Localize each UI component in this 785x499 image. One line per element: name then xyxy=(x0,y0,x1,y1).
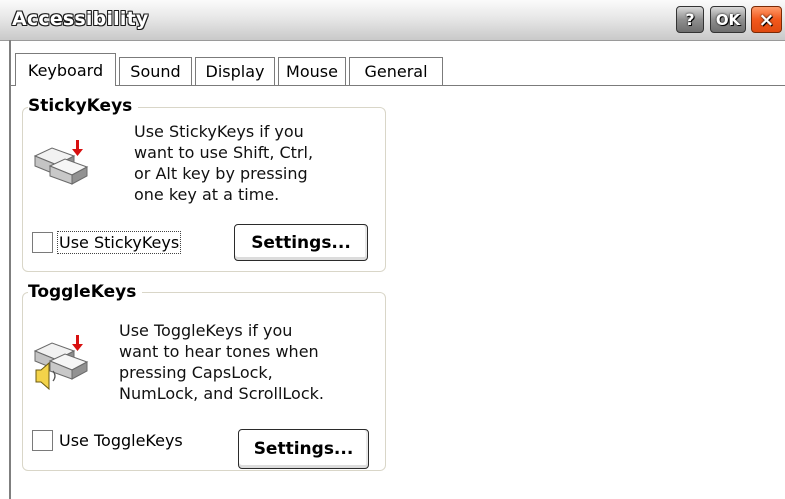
tab-sound[interactable]: Sound xyxy=(119,57,192,85)
tab-display[interactable]: Display xyxy=(195,57,275,85)
togglekeys-checkbox[interactable] xyxy=(32,430,53,451)
tab-general[interactable]: General xyxy=(349,57,443,85)
togglekeys-desc-line: want to hear tones when xyxy=(119,342,319,361)
keyboard-key-speaker-icon xyxy=(33,335,89,391)
tab-mouse[interactable]: Mouse xyxy=(278,57,346,85)
stickykeys-desc-line: or Alt key by pressing xyxy=(134,164,308,183)
togglekeys-desc-line: pressing CapsLock, xyxy=(119,363,273,382)
togglekeys-description: Use ToggleKeys if you want to hear tones… xyxy=(119,320,324,404)
window-title: Accessibility xyxy=(12,8,149,30)
title-bar: Accessibility ? OK × xyxy=(0,0,785,41)
tab-baseline xyxy=(11,85,785,86)
togglekeys-desc-line: NumLock, and ScrollLock. xyxy=(119,384,324,403)
togglekeys-checkbox-row[interactable]: Use ToggleKeys xyxy=(32,430,183,451)
keyboard-key-arrow-icon xyxy=(33,140,89,185)
close-icon: × xyxy=(758,8,775,31)
stickykeys-group-title: StickyKeys xyxy=(28,96,139,116)
stickykeys-description: Use StickyKeys if you want to use Shift,… xyxy=(134,121,313,205)
stickykeys-checkbox[interactable] xyxy=(32,232,53,253)
stickykeys-desc-line: want to use Shift, Ctrl, xyxy=(134,143,314,162)
ok-button[interactable]: OK xyxy=(710,6,746,33)
togglekeys-checkbox-label[interactable]: Use ToggleKeys xyxy=(59,431,183,450)
close-button[interactable]: × xyxy=(751,6,782,33)
stickykeys-settings-button[interactable]: Settings... xyxy=(234,224,368,261)
stickykeys-checkbox-row[interactable]: Use StickyKeys xyxy=(32,231,182,254)
stickykeys-checkbox-label[interactable]: Use StickyKeys xyxy=(56,231,182,254)
help-button[interactable]: ? xyxy=(676,6,704,33)
stickykeys-desc-line: Use StickyKeys if you xyxy=(134,122,304,141)
stickykeys-desc-line: one key at a time. xyxy=(134,185,280,204)
accessibility-window: Accessibility ? OK × Keyboard Sound Disp… xyxy=(0,0,785,499)
tab-keyboard[interactable]: Keyboard xyxy=(15,53,116,86)
togglekeys-group-title: ToggleKeys xyxy=(28,282,143,302)
window-left-border xyxy=(9,40,11,499)
togglekeys-desc-line: Use ToggleKeys if you xyxy=(119,321,293,340)
togglekeys-settings-button[interactable]: Settings... xyxy=(238,429,369,469)
